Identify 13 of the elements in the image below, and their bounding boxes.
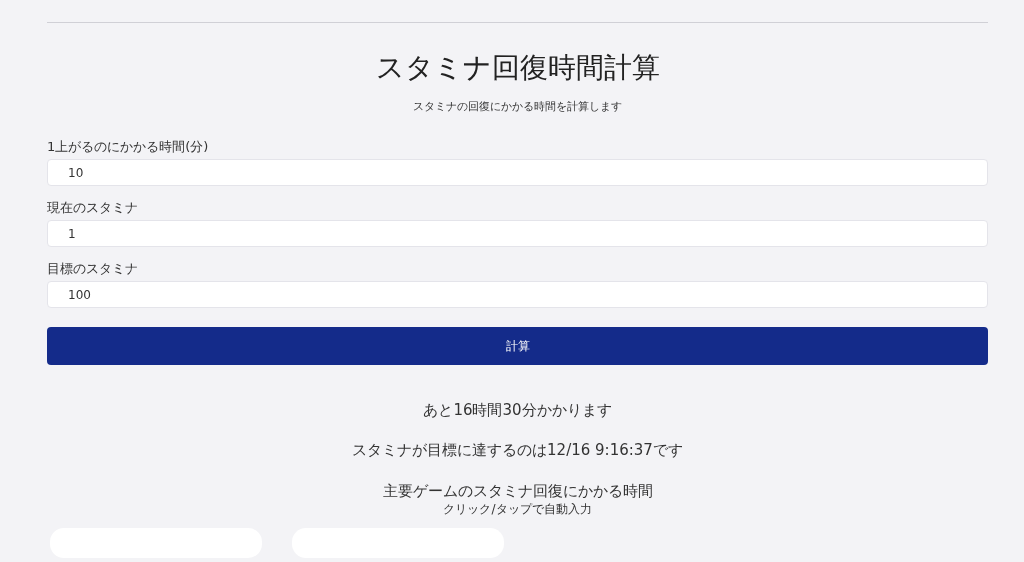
input-field[interactable]: 1 — [47, 220, 988, 247]
field-label: 1上がるのにかかる時間(分) — [47, 138, 210, 156]
field-label: 現在のスタミナ — [47, 199, 139, 217]
field-label: 目標のスタミナ — [47, 260, 139, 278]
page-subtitle: スタミナの回復にかかる時間を計算します — [412, 100, 623, 114]
page-title: スタミナ回復時間計算 — [374, 50, 661, 86]
presets-hint: クリック/タップで自動入力 — [442, 502, 593, 517]
result-text: スタミナが目標に達するのは12/16 9:16:37です — [351, 440, 684, 460]
input-field[interactable]: 100 — [47, 281, 988, 308]
presets-heading: 主要ゲームのスタミナ回復にかかる時間 — [381, 481, 654, 501]
result-text: あと16時間30分かかります — [422, 400, 613, 420]
input-field[interactable]: 10 — [47, 159, 988, 186]
calculate-button[interactable]: 計算 — [47, 327, 988, 365]
